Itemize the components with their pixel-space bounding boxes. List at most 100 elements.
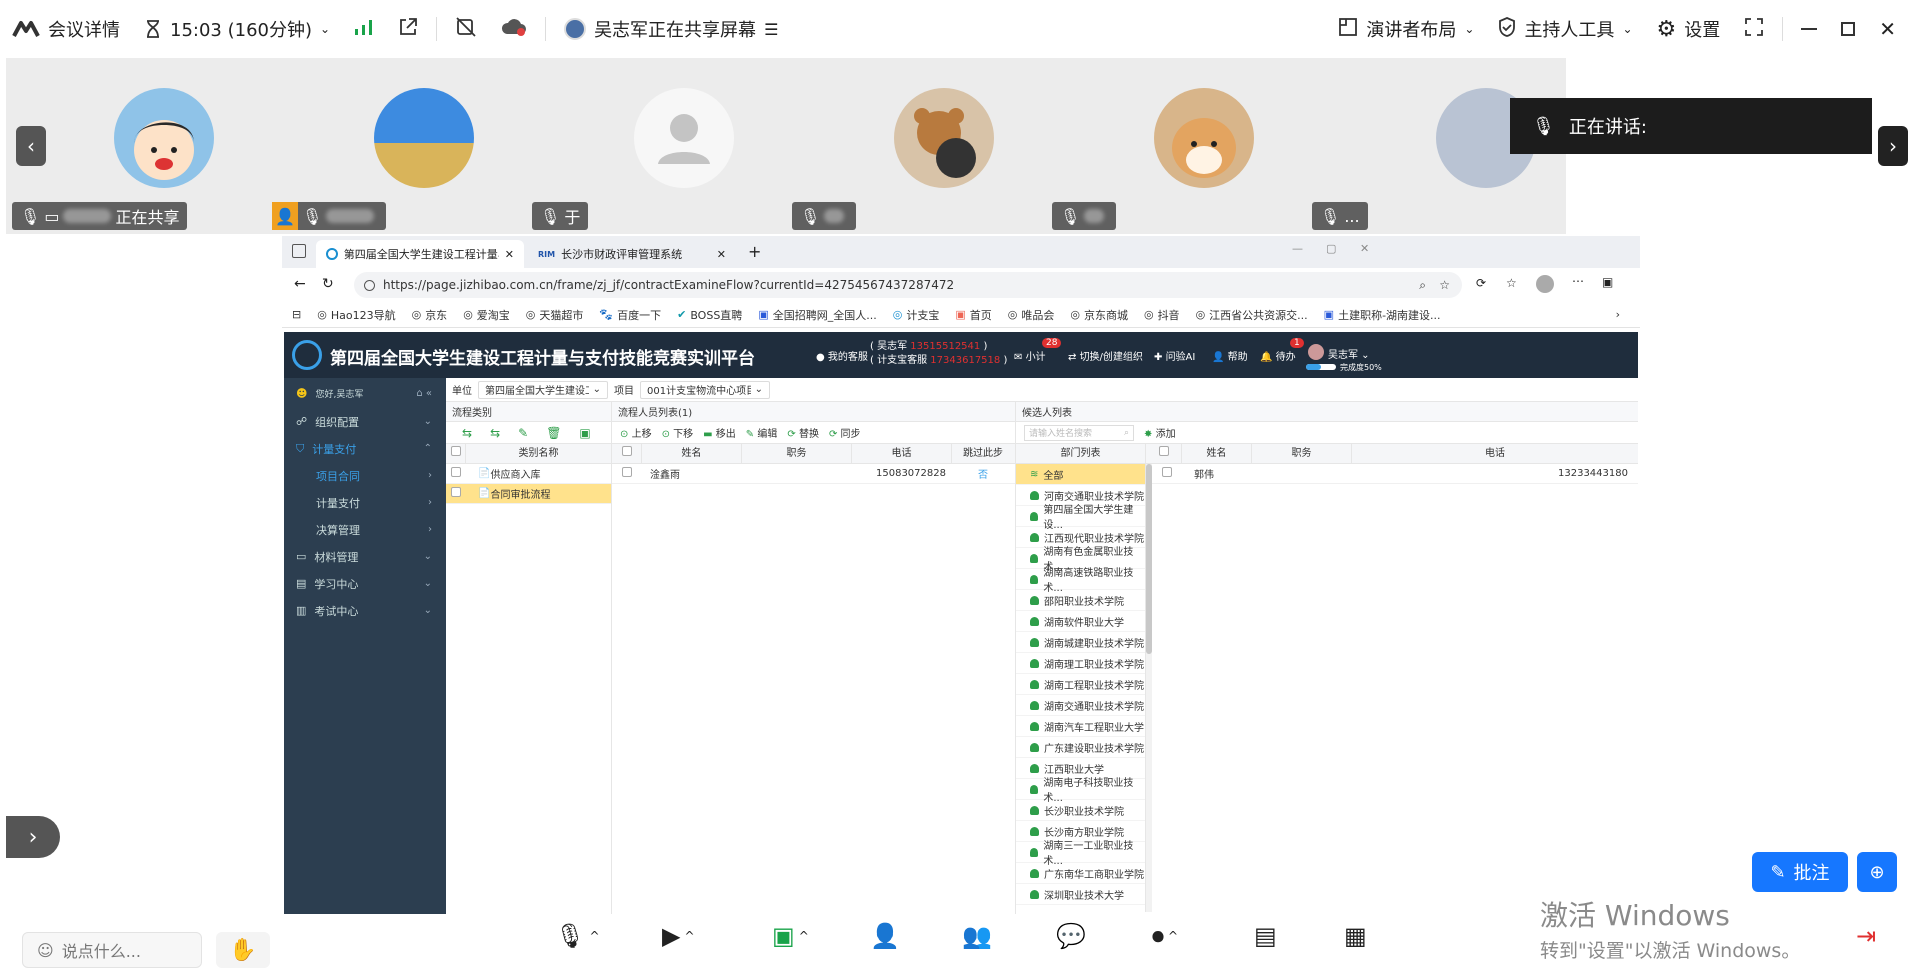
dept-item[interactable]: 湖南理工职业技术学院 [1016,653,1145,674]
move-up-button[interactable]: ⊙ 上移 [620,425,652,440]
tab-close-icon[interactable]: ✕ [717,248,726,261]
sidebar-item-project-contract[interactable]: 项目合同 › [284,462,446,489]
browser-minimize-icon[interactable]: — [1292,242,1303,255]
select-all-checkbox[interactable] [1146,443,1182,464]
project-select[interactable]: 001计支宝物流中心项目 ⌄ [640,380,770,399]
member-skip[interactable]: 否 [952,466,1014,481]
add-candidate-button[interactable]: ✸ 添加 [1144,425,1176,440]
table-row[interactable]: 郭伟 13233443180 [1152,464,1638,484]
url-field[interactable]: https://page.jizhibao.com.cn/frame/zj_jf… [354,272,1462,298]
browser-restore-icon[interactable]: ▢ [1326,242,1336,255]
tab-close-icon[interactable]: ✕ [505,248,514,261]
scrollbar-thumb[interactable] [1146,464,1152,654]
dept-item[interactable]: 湖南汽车工程职业大学 [1016,716,1145,737]
candidate-search-input[interactable]: 请输入姓名搜索 ⌕ [1024,424,1134,441]
zoom-icon[interactable]: ⌕ [1419,278,1426,293]
dept-item[interactable]: 第四届全国大学生建设... [1016,505,1145,531]
user-avatar[interactable] [1308,344,1324,360]
more-icon[interactable]: ⋯ [1572,274,1584,288]
tab-actions-icon[interactable]: ⊟ [292,308,301,321]
delete-icon[interactable]: 🗑 [546,426,561,440]
user-menu-button[interactable]: 吴志军 ⌄ [1328,346,1370,361]
row-checkbox[interactable] [612,467,642,480]
favorites-icon[interactable]: ☆ [1506,276,1517,290]
sidebar-item-org-config[interactable]: ☍ 组织配置 ⌄ [284,408,446,435]
apps-button[interactable]: ▦ [1344,922,1367,950]
select-all-checkbox[interactable] [612,443,642,464]
dept-item[interactable]: 湖南高速铁路职业技术... [1016,568,1145,594]
meeting-timer-button[interactable]: 15:03 (160分钟) ⌄ [132,0,342,58]
popout-button[interactable] [386,0,430,58]
bookmark[interactable]: ▣ 全国招聘网_全国人... [758,307,876,323]
remove-button[interactable]: ▬ 移出 [703,425,736,440]
chat-input[interactable]: ☺ 说点什么... [22,932,202,968]
row-checkbox[interactable] [446,467,466,480]
dept-item[interactable]: 湖南工程职业技术学院 [1016,674,1145,695]
save-icon[interactable]: ▣ [579,426,590,440]
close-window-button[interactable]: ✕ [1867,0,1920,58]
bookmark[interactable]: ◎ 京东 [412,307,448,323]
minimize-window-button[interactable] [1789,0,1829,58]
table-row[interactable]: 淦鑫雨 15083072828 否 [612,464,1015,484]
fullscreen-button[interactable] [1732,0,1776,58]
dept-item[interactable]: 湖南三一工业职业技术... [1016,841,1145,867]
browser-profile-avatar[interactable] [1536,275,1554,293]
row-checkbox[interactable] [446,487,466,500]
todo-button[interactable]: 🔔 待办 [1260,348,1296,363]
bookmark[interactable]: 🐾 百度一下 [599,307,661,323]
sidebar-icon[interactable]: ▣ [1602,275,1613,289]
browser-tab[interactable]: RIM 长沙市财政评审管理系统 ✕ [528,240,736,268]
participants-button[interactable]: 👥 [962,922,992,950]
bookmark[interactable]: ▣ 土建职称-湖南建设... [1324,307,1441,323]
sidebar-toggle-icon[interactable] [292,244,306,258]
bookmark[interactable]: ◎ 江西省公共资源交... [1196,307,1308,323]
record-off-button[interactable] [443,0,489,58]
dept-item[interactable]: 湖南软件职业大学 [1016,611,1145,632]
back-icon[interactable]: ← [294,276,306,292]
reload-icon[interactable]: ↻ [322,276,334,292]
strip-next-button[interactable]: › [1878,126,1908,166]
sidebar-item-measure-pay-sub[interactable]: 计量支付 › [284,489,446,516]
notes-button[interactable]: ▤ [1254,922,1277,950]
dept-item[interactable]: 广东建设职业技术学院 [1016,737,1145,758]
bookmark[interactable]: ◎ 抖音 [1144,307,1180,323]
select-all-checkbox[interactable] [446,443,466,464]
edit-button[interactable]: ✎ 编辑 [746,425,778,440]
help-button[interactable]: 👤 帮助 [1212,348,1248,363]
row-checkbox[interactable] [1152,467,1182,480]
edit-icon[interactable]: ✎ [518,426,528,440]
browser-tab-active[interactable]: 第四届全国大学生建设工程计量与 ✕ [316,240,524,268]
restore-window-button[interactable] [1829,0,1867,58]
home-icon[interactable]: ⌂ « [416,388,432,399]
expand-panel-button[interactable]: › [6,816,60,858]
dept-item[interactable]: 湖南城建职业技术学院 [1016,632,1145,653]
sidebar-item-final-accounts[interactable]: 决算管理 › [284,516,446,543]
move-down-button[interactable]: ⊙ 下移 [662,425,694,440]
dept-item[interactable]: 湖南交通职业技术学院 [1016,695,1145,716]
annotate-button[interactable]: ✎ 批注 [1752,852,1848,892]
switch-org-button[interactable]: ⇄ 切换/创建组织 [1068,348,1143,363]
invite-button[interactable]: 👤 [870,922,900,950]
network-signal-button[interactable] [342,0,386,58]
strip-prev-button[interactable]: ‹ [16,126,46,166]
replace-button[interactable]: ⟳ 替换 [787,425,819,440]
dept-item[interactable]: 广东南华工商职业学院 [1016,863,1145,884]
sidebar-item-measure-pay[interactable]: ⛉ 计量支付 ⌃ [284,435,446,462]
new-tab-button[interactable]: + [748,242,761,261]
dept-item[interactable]: 深圳职业技术大学 [1016,884,1145,905]
dept-item-all[interactable]: ≋ 全部 [1016,464,1145,485]
bookmark[interactable]: ✔ BOSS直聘 [677,307,742,323]
mute-audio-button[interactable]: 🎙 ^ [555,922,600,950]
settings-button[interactable]: ⚙ 设置 [1645,0,1733,58]
host-tools-button[interactable]: 主持人工具 ⌄ [1486,0,1644,58]
bookmark[interactable]: ◎ Hao123导航 [317,307,395,323]
add-category-icon[interactable]: ⇆ [462,426,472,440]
customer-service-link[interactable]: ● 我的客服 [816,348,868,363]
video-off-button[interactable]: ▶ ^ [662,922,695,950]
bookmark[interactable]: ◎ 天猫超市 [526,307,584,323]
sidebar-item-exam[interactable]: ▥ 考试中心 ⌄ [284,597,446,624]
speaker-layout-button[interactable]: 演讲者布局 ⌄ [1326,0,1486,58]
favorite-star-icon[interactable]: ☆ [1439,278,1450,292]
sync-button[interactable]: ⟳ 同步 [829,425,861,440]
sidebar-item-materials[interactable]: ▭ 材料管理 ⌄ [284,543,446,570]
